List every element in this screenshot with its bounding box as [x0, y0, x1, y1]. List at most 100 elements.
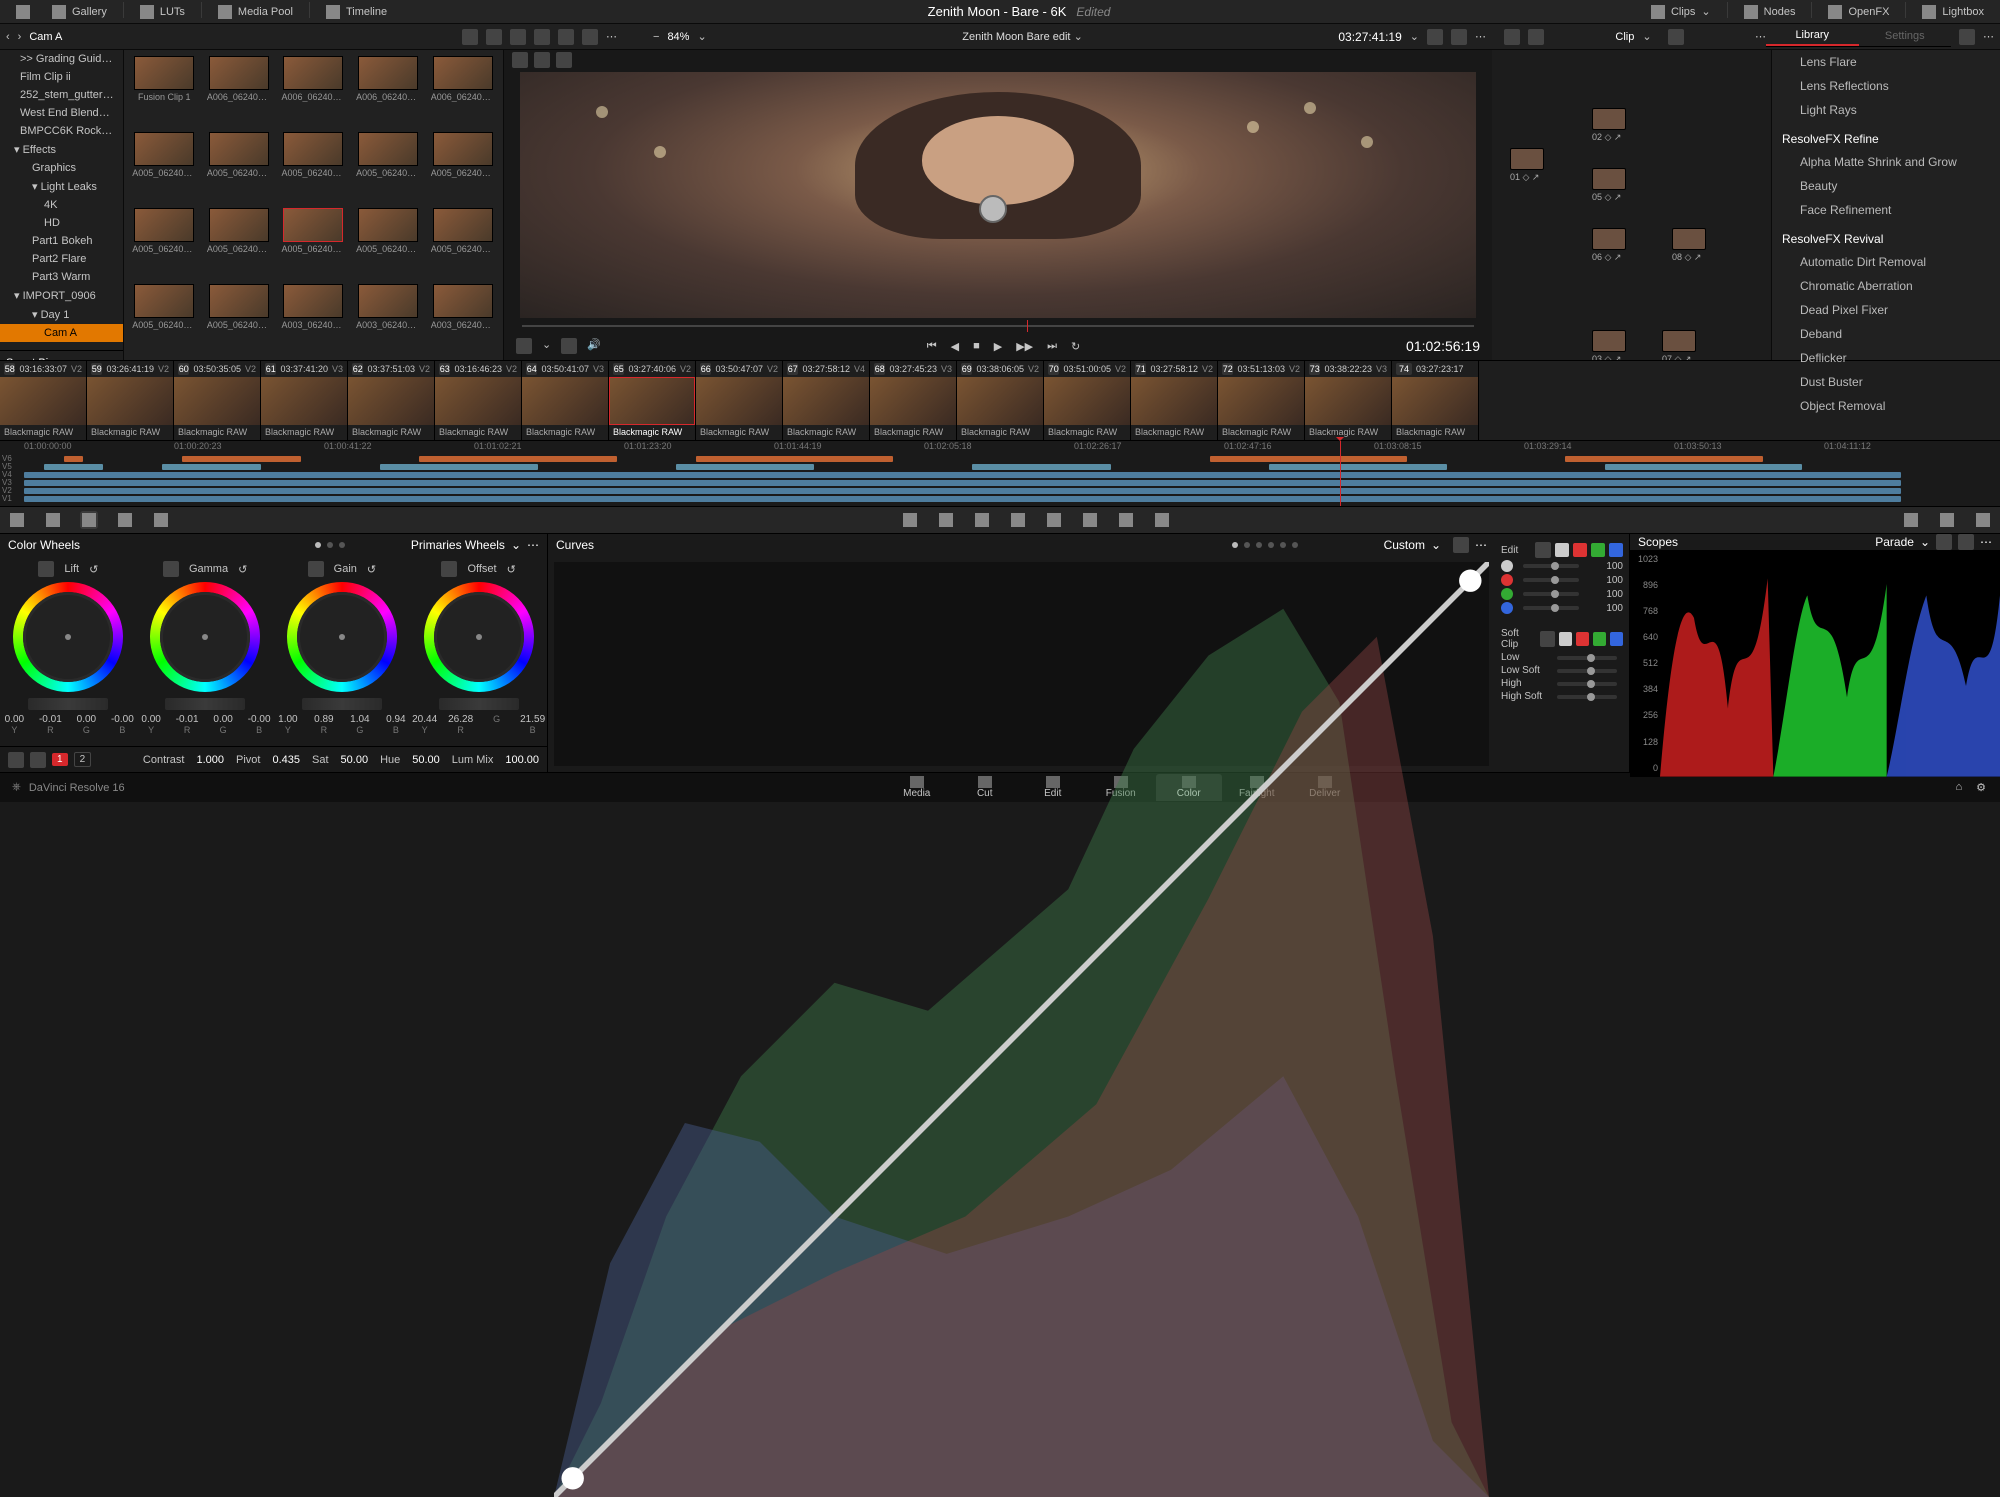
clip-thumb[interactable]: A005_06240520_C… — [130, 132, 199, 202]
chevron-down-icon[interactable]: ⌄ — [511, 538, 521, 552]
hue-value[interactable]: 50.00 — [412, 754, 440, 766]
clip-thumb[interactable]: A005_06240401_C… — [205, 284, 274, 354]
intensity-value[interactable]: 100 — [1589, 603, 1623, 614]
project-settings-icon[interactable]: ⚙ — [1976, 781, 1986, 794]
bin-item[interactable]: Part3 Warm — [0, 268, 123, 286]
color-wheel[interactable] — [287, 582, 397, 692]
highlight-icon[interactable] — [556, 52, 572, 68]
wheel-value[interactable]: -0.01 — [174, 714, 200, 725]
clip-strip-item[interactable]: 6503:27:40:06V2Blackmagic RAW — [609, 361, 696, 440]
fx-item[interactable]: Deband — [1772, 322, 2000, 346]
wheel-value[interactable]: 26.28 — [448, 714, 474, 725]
reset-icon[interactable]: ↺ — [89, 563, 98, 576]
clip-thumb[interactable]: A006_06240522_C… — [354, 56, 423, 126]
intensity-slider[interactable] — [1523, 564, 1579, 568]
contrast-value[interactable]: 1.000 — [196, 754, 224, 766]
channel-swatch[interactable] — [1501, 574, 1513, 586]
clip-thumb[interactable]: A005_06240302_C… — [428, 208, 497, 278]
more-icon[interactable]: ⋯ — [527, 538, 539, 552]
ch-g[interactable] — [1591, 543, 1605, 557]
clip-thumb[interactable]: A005_06240512_C… — [205, 132, 274, 202]
clip-thumb[interactable]: Fusion Clip 1 — [130, 56, 199, 126]
go-last-icon[interactable]: ⏭ — [1047, 340, 1057, 353]
clip-menu[interactable]: Clip — [1615, 31, 1634, 43]
fwd-icon[interactable]: › — [18, 31, 22, 43]
home-icon[interactable]: ⌂ — [1955, 781, 1962, 794]
keyframes-icon[interactable] — [1902, 511, 1920, 529]
fx-item[interactable]: Dead Pixel Fixer — [1772, 298, 2000, 322]
clip-strip-item[interactable]: 6803:27:45:23V3Blackmagic RAW — [870, 361, 957, 440]
hist-icon[interactable] — [1453, 537, 1469, 553]
sc-b[interactable] — [1610, 632, 1623, 646]
clip-thumb[interactable]: A003_06240401_C… — [279, 284, 348, 354]
wheel-value[interactable]: 1.00 — [275, 714, 301, 725]
color-wheel[interactable] — [424, 582, 534, 692]
sc-g[interactable] — [1593, 632, 1606, 646]
expand-icon[interactable] — [1451, 29, 1467, 45]
loop-icon[interactable]: ↻ — [1071, 340, 1080, 353]
slider-icon[interactable] — [462, 29, 478, 45]
reset-icon[interactable]: ↺ — [507, 563, 516, 576]
wheel-value[interactable]: -0.00 — [246, 714, 272, 725]
bal-icon[interactable] — [308, 561, 324, 577]
color-node[interactable] — [1662, 330, 1696, 352]
bin-item[interactable]: ▾ Day 1 — [0, 305, 123, 324]
layout1-icon[interactable] — [1936, 534, 1952, 550]
scopes-icon[interactable] — [1938, 511, 1956, 529]
clips-button[interactable]: Clips⌄ — [1641, 2, 1721, 22]
info-icon[interactable] — [1974, 511, 1992, 529]
panel-toggle-icon[interactable] — [6, 2, 40, 22]
clip-strip-item[interactable]: 6903:38:06:05V2Blackmagic RAW — [957, 361, 1044, 440]
clip-thumb[interactable]: A003_06240347_C… — [428, 284, 497, 354]
curves-mode[interactable]: Custom — [1384, 538, 1425, 552]
clip-strip-item[interactable]: 5803:16:33:07V2Blackmagic RAW — [0, 361, 87, 440]
channel-swatch[interactable] — [1501, 602, 1513, 614]
window-page-icon[interactable] — [973, 511, 991, 529]
wheel-value[interactable]: 20.44 — [412, 714, 438, 725]
jog-wheel[interactable] — [302, 698, 382, 710]
scopes-mode[interactable]: Parade — [1875, 535, 1914, 549]
bin-item[interactable]: Graphics — [0, 159, 123, 177]
timeline-button[interactable]: Timeline — [316, 2, 397, 22]
clip-strip-item[interactable]: 7303:38:22:23V3Blackmagic RAW — [1305, 361, 1392, 440]
clip-strip-item[interactable]: 7003:51:00:05V2Blackmagic RAW — [1044, 361, 1131, 440]
clip-thumb[interactable]: A005_06240347_C… — [279, 132, 348, 202]
picker-icon[interactable] — [30, 752, 46, 768]
render-cache-icon[interactable] — [1427, 29, 1443, 45]
page-1[interactable]: 1 — [52, 753, 68, 766]
bin-folder[interactable]: ▾ Effects — [0, 140, 123, 159]
fx-item[interactable]: Face Refinement — [1772, 198, 2000, 222]
sort-icon[interactable] — [510, 29, 526, 45]
bin-item[interactable]: >> Grading Guide… — [0, 50, 123, 68]
curves-canvas[interactable] — [554, 562, 1489, 766]
tab-library[interactable]: Library — [1766, 27, 1859, 46]
pointer-icon[interactable] — [1504, 29, 1520, 45]
dot-icon[interactable] — [486, 29, 502, 45]
motion-icon[interactable] — [152, 511, 170, 529]
gallery-button[interactable]: Gallery — [42, 2, 117, 22]
more-icon[interactable]: ⋯ — [1980, 535, 1992, 549]
wheel-value[interactable]: -0.00 — [109, 714, 135, 725]
reset-icon[interactable]: ↺ — [367, 563, 376, 576]
clip-strip-item[interactable]: 6303:16:46:23V2Blackmagic RAW — [435, 361, 522, 440]
more-icon[interactable]: ⋯ — [1475, 30, 1486, 43]
bin-item[interactable]: 252_stem_gutter-… — [0, 86, 123, 104]
fx-item[interactable]: Deflicker — [1772, 346, 2000, 370]
openfx-button[interactable]: OpenFX — [1818, 2, 1899, 22]
zoom-out-icon[interactable]: − — [653, 31, 659, 43]
tracking-page-icon[interactable] — [1009, 511, 1027, 529]
bin-item[interactable]: ▾ Light Leaks — [0, 177, 123, 196]
link-icon[interactable] — [1535, 542, 1551, 558]
timeline-name[interactable]: Zenith Moon Bare edit — [962, 31, 1070, 43]
wheels-mode[interactable]: Primaries Wheels — [411, 538, 505, 552]
sc-y[interactable] — [1559, 632, 1572, 646]
color-node[interactable] — [1592, 168, 1626, 190]
chevron-down-icon[interactable]: ⌄ — [1920, 535, 1930, 549]
more-icon[interactable]: ⋯ — [1755, 30, 1766, 43]
ch-b[interactable] — [1609, 543, 1623, 557]
intensity-value[interactable]: 100 — [1589, 561, 1623, 572]
split-icon[interactable] — [534, 52, 550, 68]
mini-timeline[interactable]: V6V5V4V3V2V1 01:00:00:0001:00:20:2301:00… — [0, 440, 2000, 506]
softclip-slider[interactable] — [1557, 669, 1617, 673]
grid-view-icon[interactable] — [534, 29, 550, 45]
